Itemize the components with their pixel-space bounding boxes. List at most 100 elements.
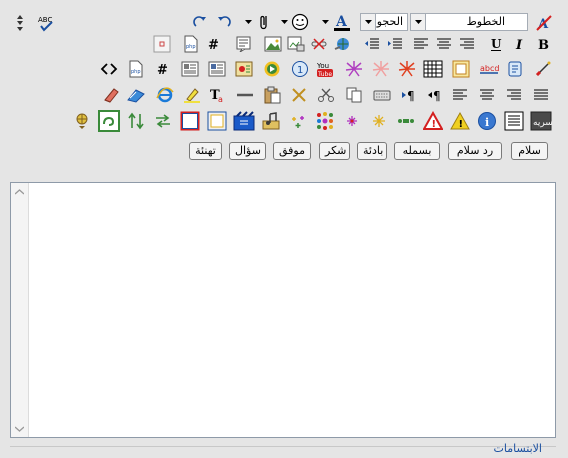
keyboard-icon[interactable] bbox=[370, 84, 394, 106]
delete-icon[interactable] bbox=[287, 84, 311, 106]
bold-icon[interactable]: B bbox=[531, 33, 555, 55]
warning-red-icon[interactable]: ! bbox=[421, 110, 445, 132]
align-left-icon[interactable] bbox=[409, 33, 433, 55]
sparkle-yellow-icon[interactable] bbox=[367, 110, 391, 132]
svg-text:!: ! bbox=[432, 119, 437, 130]
youtube-icon[interactable]: You Tube bbox=[313, 58, 337, 80]
info-icon[interactable]: i bbox=[475, 110, 499, 132]
firework-pink-icon[interactable] bbox=[369, 58, 393, 80]
remove-link-icon[interactable] bbox=[307, 33, 331, 55]
attach-dropdown-icon[interactable] bbox=[244, 17, 252, 27]
insert-arabic-box-icon[interactable] bbox=[97, 110, 121, 132]
font-size-select[interactable]: الحجو bbox=[360, 13, 408, 31]
svg-text:#: # bbox=[157, 63, 168, 78]
highlight-text-icon[interactable]: abcd bbox=[477, 58, 501, 80]
smilies-panel-title[interactable]: الابتسامات bbox=[494, 442, 542, 455]
insert-html-icon[interactable]: # bbox=[202, 33, 226, 55]
insert-image-icon[interactable] bbox=[261, 33, 285, 55]
firework-purple-icon[interactable] bbox=[342, 58, 366, 80]
swap-arrows-icon[interactable] bbox=[151, 110, 175, 132]
paste-icon[interactable] bbox=[260, 84, 284, 106]
undo-icon[interactable] bbox=[212, 11, 236, 33]
quick-button-congrats[interactable]: تهنئة bbox=[189, 142, 222, 160]
quick-button-reply-salam[interactable]: رد سلام bbox=[448, 142, 502, 160]
text-format-icon[interactable]: Ta bbox=[206, 84, 230, 106]
italic-icon[interactable]: I bbox=[507, 33, 531, 55]
align-right-2-icon[interactable] bbox=[502, 84, 526, 106]
insert-frame-border-icon[interactable] bbox=[205, 110, 229, 132]
highlight-pen-icon[interactable] bbox=[180, 84, 204, 106]
svg-text:Tube: Tube bbox=[317, 71, 332, 78]
editor-mode-toggle-icon[interactable] bbox=[10, 12, 30, 34]
message-editor[interactable] bbox=[10, 182, 556, 438]
quick-button-thanks[interactable]: شكر bbox=[319, 142, 350, 160]
align-left-2-icon[interactable] bbox=[448, 84, 472, 106]
insert-php-code-icon[interactable]: php bbox=[124, 58, 148, 80]
insert-quote-icon[interactable] bbox=[232, 33, 256, 55]
dropdown-placeholder-icon[interactable] bbox=[152, 34, 172, 54]
warning-yellow-icon[interactable]: ! bbox=[448, 110, 472, 132]
insert-book-icon[interactable] bbox=[124, 84, 148, 106]
justify-icon[interactable] bbox=[529, 84, 553, 106]
eraser-icon[interactable] bbox=[99, 84, 123, 106]
redo-icon[interactable] bbox=[188, 11, 212, 33]
insert-code-hash-icon[interactable]: # bbox=[151, 58, 175, 80]
insert-list-icon[interactable] bbox=[502, 110, 526, 132]
direction-ltr-icon[interactable]: ¶ bbox=[397, 84, 421, 106]
align-center-2-icon[interactable] bbox=[475, 84, 499, 106]
align-center-icon[interactable] bbox=[432, 33, 456, 55]
glitter-multicolor-icon[interactable] bbox=[313, 110, 337, 132]
insert-code-icon[interactable] bbox=[97, 58, 121, 80]
insert-music-icon[interactable] bbox=[259, 110, 283, 132]
quick-button-salam[interactable]: سلام bbox=[511, 142, 548, 160]
quick-button-good-luck[interactable]: موفق bbox=[273, 142, 311, 160]
insert-video-icon[interactable] bbox=[232, 110, 256, 132]
horizontal-rule-icon[interactable] bbox=[233, 84, 257, 106]
insert-php-icon[interactable]: php bbox=[179, 33, 203, 55]
glitter-icon[interactable] bbox=[286, 110, 310, 132]
outdent-icon[interactable] bbox=[360, 33, 384, 55]
font-color-icon[interactable]: A bbox=[330, 11, 354, 33]
firework-red-icon[interactable] bbox=[395, 58, 419, 80]
internet-explorer-icon[interactable] bbox=[153, 84, 177, 106]
insert-table-icon[interactable] bbox=[421, 58, 445, 80]
svg-text:1: 1 bbox=[297, 65, 303, 76]
remove-format-icon[interactable]: A bbox=[532, 12, 556, 34]
insert-image-url-icon[interactable] bbox=[284, 33, 308, 55]
insert-scroll-icon[interactable] bbox=[503, 58, 527, 80]
direction-rtl-icon[interactable]: ¶ bbox=[423, 84, 447, 106]
media-player-icon[interactable] bbox=[260, 58, 284, 80]
cut-icon[interactable] bbox=[314, 84, 338, 106]
insert-signature-icon[interactable]: سريه bbox=[529, 110, 553, 132]
up-down-arrows-icon[interactable] bbox=[124, 110, 148, 132]
quick-button-question[interactable]: سؤال bbox=[229, 142, 266, 160]
scroll-down-icon[interactable] bbox=[12, 421, 27, 436]
sparkle-purple-icon[interactable] bbox=[340, 110, 364, 132]
svg-text:¶: ¶ bbox=[433, 89, 441, 102]
insert-article-icon[interactable] bbox=[178, 58, 202, 80]
insert-globe-icon[interactable] bbox=[70, 110, 94, 132]
insert-red-box-icon[interactable] bbox=[178, 110, 202, 132]
smilies-icon[interactable] bbox=[288, 11, 312, 33]
insert-counter-icon[interactable]: 1 bbox=[288, 58, 312, 80]
quick-button-basmala[interactable]: بسمله bbox=[394, 142, 440, 160]
insert-link-icon[interactable] bbox=[330, 33, 354, 55]
scroll-up-icon[interactable] bbox=[12, 184, 27, 199]
insert-news-icon[interactable] bbox=[205, 58, 229, 80]
font-color-dropdown-icon[interactable] bbox=[321, 17, 329, 27]
smilies-dropdown-icon[interactable] bbox=[280, 17, 288, 27]
quick-button-intro[interactable]: بادئة bbox=[357, 142, 387, 160]
marquee-icon[interactable] bbox=[531, 58, 555, 80]
attach-icon[interactable] bbox=[252, 11, 276, 33]
vertical-scrollbar[interactable] bbox=[11, 183, 29, 437]
green-dots-icon[interactable] bbox=[394, 110, 418, 132]
underline-icon[interactable]: U bbox=[484, 33, 508, 55]
insert-flash-icon[interactable] bbox=[232, 58, 256, 80]
font-name-value: الخطوط bbox=[466, 15, 505, 28]
insert-frame-icon[interactable] bbox=[449, 58, 473, 80]
indent-icon[interactable] bbox=[383, 33, 407, 55]
copy-icon[interactable] bbox=[342, 84, 366, 106]
align-right-icon[interactable] bbox=[455, 33, 479, 55]
font-name-select[interactable]: الخطوط bbox=[410, 13, 528, 31]
spellcheck-icon[interactable]: ABC bbox=[34, 12, 58, 34]
